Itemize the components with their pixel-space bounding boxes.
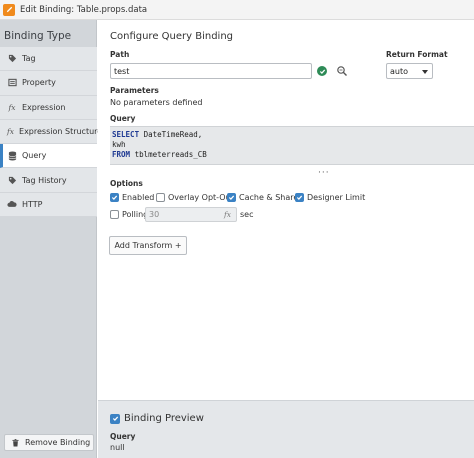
remove-binding-button[interactable]: Remove Binding bbox=[4, 434, 94, 451]
path-label: Path bbox=[110, 50, 130, 59]
title-bar: Edit Binding: Table.props.data bbox=[0, 0, 474, 20]
database-icon bbox=[7, 151, 17, 161]
binding-preview-panel: Binding Preview Query null bbox=[98, 400, 474, 458]
designer-limit-label: Designer Limit bbox=[307, 193, 366, 202]
options-label: Options bbox=[110, 179, 143, 188]
polling-rate-value: 30 bbox=[149, 210, 160, 219]
query-line: SELECT DateTimeRead, bbox=[112, 130, 472, 140]
fx-structure-icon: fx bbox=[7, 127, 15, 137]
return-format-select[interactable]: auto bbox=[386, 63, 433, 79]
sidebar-item-label: HTTP bbox=[22, 199, 43, 209]
sidebar-item-label: Query bbox=[22, 151, 47, 161]
tag-history-icon bbox=[7, 176, 17, 185]
remove-binding-label: Remove Binding bbox=[25, 438, 91, 447]
overlay-opt-out-option[interactable]: Overlay Opt-Out bbox=[156, 193, 234, 202]
cache-share-label: Cache & Share bbox=[239, 193, 299, 202]
enabled-checkbox[interactable] bbox=[110, 193, 119, 202]
binding-preview-label: Binding Preview bbox=[124, 413, 204, 424]
browse-path-icon[interactable] bbox=[336, 65, 348, 77]
sidebar-item-expression[interactable]: fx Expression bbox=[0, 95, 97, 120]
app-logo-icon bbox=[3, 3, 15, 16]
query-editor[interactable]: SELECT DateTimeRead, kwh FROM tblmeterre… bbox=[110, 126, 474, 165]
sidebar-item-query[interactable]: Query bbox=[0, 144, 97, 169]
preview-query-label: Query bbox=[110, 432, 136, 441]
sidebar-item-label: Tag History bbox=[22, 175, 67, 185]
sql-keyword: SELECT bbox=[112, 130, 140, 139]
cache-share-checkbox[interactable] bbox=[227, 193, 236, 202]
polling-checkbox[interactable] bbox=[110, 210, 119, 219]
sidebar-item-tag[interactable]: Tag bbox=[0, 47, 97, 72]
fx-icon: fx bbox=[8, 102, 16, 112]
resize-handle[interactable]: ··· bbox=[318, 168, 330, 178]
add-transform-button[interactable]: Add Transform + bbox=[109, 236, 187, 255]
return-format-label: Return Format bbox=[386, 50, 448, 59]
sql-text: tblmeterreads_CB bbox=[130, 150, 207, 159]
cloud-icon bbox=[7, 200, 17, 208]
sidebar-item-tag-history[interactable]: Tag History bbox=[0, 168, 97, 193]
chevron-down-icon bbox=[422, 70, 428, 74]
binding-type-list: Tag Property fx Expression fx Expression… bbox=[0, 47, 102, 218]
trash-icon bbox=[12, 438, 19, 447]
sidebar-item-label: Tag bbox=[22, 54, 36, 64]
window-title: Edit Binding: Table.props.data bbox=[20, 4, 148, 15]
polling-option[interactable]: Polling bbox=[110, 210, 148, 219]
tag-icon bbox=[7, 54, 17, 63]
sql-text: kwh bbox=[112, 140, 126, 149]
property-icon bbox=[7, 78, 17, 87]
preview-query-value: null bbox=[110, 443, 125, 452]
sidebar-item-expression-structure[interactable]: fx Expression Structure bbox=[0, 119, 102, 145]
parameters-label: Parameters bbox=[110, 86, 159, 95]
valid-check-icon bbox=[317, 66, 327, 76]
return-format-value: auto bbox=[390, 66, 409, 76]
overlay-opt-out-label: Overlay Opt-Out bbox=[168, 193, 234, 202]
query-line: kwh bbox=[112, 140, 472, 150]
query-label: Query bbox=[110, 114, 136, 123]
sql-keyword: FROM bbox=[112, 150, 131, 159]
no-parameters-text: No parameters defined bbox=[110, 98, 203, 107]
overlay-opt-out-checkbox[interactable] bbox=[156, 193, 165, 202]
binding-type-sidebar: Binding Type Tag Property fx Expression … bbox=[0, 20, 102, 458]
fx-icon[interactable]: fx bbox=[224, 210, 231, 219]
polling-unit: sec bbox=[240, 210, 254, 219]
sidebar-header: Binding Type bbox=[4, 30, 72, 42]
binding-preview-toggle[interactable]: Binding Preview bbox=[110, 413, 204, 424]
binding-preview-checkbox[interactable] bbox=[110, 413, 120, 424]
path-input[interactable]: test bbox=[110, 63, 312, 79]
polling-rate-input[interactable]: 30 fx bbox=[145, 207, 237, 222]
enabled-label: Enabled bbox=[122, 193, 155, 202]
sidebar-item-label: Expression Structure bbox=[19, 127, 103, 137]
query-line: FROM tblmeterreads_CB bbox=[112, 150, 472, 160]
sidebar-item-label: Property bbox=[22, 78, 56, 88]
configure-panel: Configure Query Binding Path test Return… bbox=[98, 20, 474, 400]
designer-limit-checkbox[interactable] bbox=[295, 193, 304, 202]
cache-share-option[interactable]: Cache & Share bbox=[227, 193, 298, 202]
sidebar-item-http[interactable]: HTTP bbox=[0, 192, 97, 218]
sql-text: DateTimeRead, bbox=[139, 130, 203, 139]
page-title: Configure Query Binding bbox=[110, 31, 234, 42]
designer-limit-option[interactable]: Designer Limit bbox=[295, 193, 365, 202]
sidebar-item-label: Expression bbox=[22, 102, 66, 112]
enabled-option[interactable]: Enabled bbox=[110, 193, 154, 202]
sidebar-item-property[interactable]: Property bbox=[0, 71, 97, 96]
